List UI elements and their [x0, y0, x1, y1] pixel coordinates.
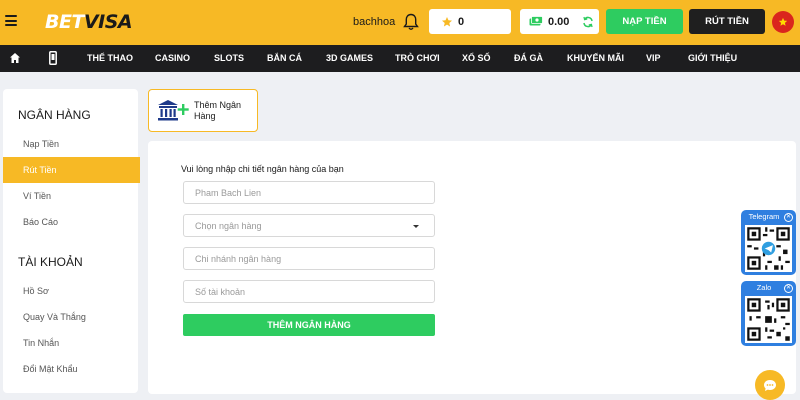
mobile-icon[interactable] — [49, 51, 57, 65]
nav-about[interactable]: GIỚI THIỆU — [688, 45, 737, 72]
betvisa-logo[interactable]: BETVISA — [45, 11, 133, 33]
deposit-button[interactable]: NẠP TIỀN — [606, 9, 683, 34]
nav-cockfight[interactable]: ĐÁ GÀ — [514, 45, 543, 72]
account-number-field[interactable] — [183, 280, 435, 303]
sidebar-item-spin-win[interactable]: Quay Và Thắng — [3, 304, 140, 330]
main-nav: THỂ THAO CASINO SLOTS BẮN CÁ 3D GAMES TR… — [0, 45, 800, 72]
telegram-qr-code — [745, 225, 792, 272]
account-name-field[interactable] — [183, 181, 435, 204]
money-icon — [529, 16, 543, 26]
username-label[interactable]: bachhoa — [353, 16, 395, 28]
telegram-label: Telegram — [748, 212, 780, 221]
add-bank-label: Thêm Ngân Hàng — [194, 100, 242, 121]
nav-games[interactable]: TRÒ CHƠI — [395, 45, 440, 72]
add-bank-submit-button[interactable]: THÊM NGÂN HÀNG — [183, 314, 435, 336]
nav-vip[interactable]: VIP — [646, 45, 661, 72]
sidebar-item-messages[interactable]: Tin Nhắn — [3, 330, 140, 356]
withdraw-button[interactable]: RÚT TIỀN — [689, 9, 765, 34]
nav-lottery[interactable]: XỔ SỐ — [462, 45, 491, 72]
live-chat-button[interactable] — [755, 370, 785, 400]
chevron-down-icon — [413, 225, 419, 228]
cash-value: 0.00 — [548, 15, 570, 28]
home-icon[interactable] — [9, 52, 21, 64]
bank-branch-field[interactable] — [183, 247, 435, 270]
nav-3d-games[interactable]: 3D GAMES — [326, 45, 373, 72]
points-value: 0 — [458, 15, 465, 28]
bank-select[interactable]: Chọn ngân hàng — [183, 214, 435, 237]
sidebar-item-change-password[interactable]: Đổi Mật Khẩu — [3, 356, 140, 382]
sidebar-item-report[interactable]: Báo Cáo — [3, 209, 140, 235]
bank-add-icon — [158, 100, 189, 121]
hamburger-menu-icon[interactable] — [5, 15, 17, 26]
bank-select-label: Chọn ngân hàng — [195, 220, 262, 231]
nav-promotions[interactable]: KHUYẾN MÃI — [567, 45, 624, 72]
nav-casino[interactable]: CASINO — [155, 45, 190, 72]
nav-fishing[interactable]: BẮN CÁ — [267, 45, 302, 72]
points-balance[interactable]: 0 — [429, 9, 511, 34]
star-icon — [442, 16, 452, 26]
account-sidebar: NGÂN HÀNG Nạp Tiền Rút Tiền Ví Tiền Báo … — [3, 89, 140, 393]
flag-star-icon — [778, 17, 788, 26]
sidebar-item-deposit[interactable]: Nạp Tiền — [3, 131, 140, 157]
bank-heading: NGÂN HÀNG — [18, 108, 91, 122]
refresh-icon[interactable] — [582, 16, 594, 28]
sidebar-item-profile[interactable]: Hồ Sơ — [3, 278, 140, 304]
chat-icon — [764, 379, 776, 391]
nav-sports[interactable]: THỂ THAO — [87, 45, 133, 72]
sidebar-item-withdraw[interactable]: Rút Tiền — [3, 157, 140, 183]
nav-slots[interactable]: SLOTS — [214, 45, 244, 72]
zalo-label: Zalo — [756, 283, 772, 292]
cash-balance[interactable]: 0.00 — [520, 9, 599, 34]
account-heading: TÀI KHOẢN — [18, 255, 83, 269]
add-bank-card[interactable]: Thêm Ngân Hàng — [148, 89, 258, 132]
vietnam-flag-icon[interactable] — [772, 11, 794, 33]
zalo-qr-code — [745, 296, 792, 343]
bell-icon[interactable] — [403, 13, 419, 31]
close-icon[interactable]: ✕ — [784, 213, 793, 222]
sidebar-item-wallet[interactable]: Ví Tiền — [3, 183, 140, 209]
form-title: Vui lòng nhập chi tiết ngân hàng của bạn — [181, 164, 344, 174]
top-bar: BETVISA bachhoa 0 0.00 NẠP TIỀN RÚT TIỀN — [0, 0, 800, 45]
close-icon[interactable]: ✕ — [784, 284, 793, 293]
telegram-qr-widget[interactable]: Telegram ✕ — [741, 210, 796, 275]
zalo-qr-widget[interactable]: Zalo ✕ — [741, 281, 796, 346]
